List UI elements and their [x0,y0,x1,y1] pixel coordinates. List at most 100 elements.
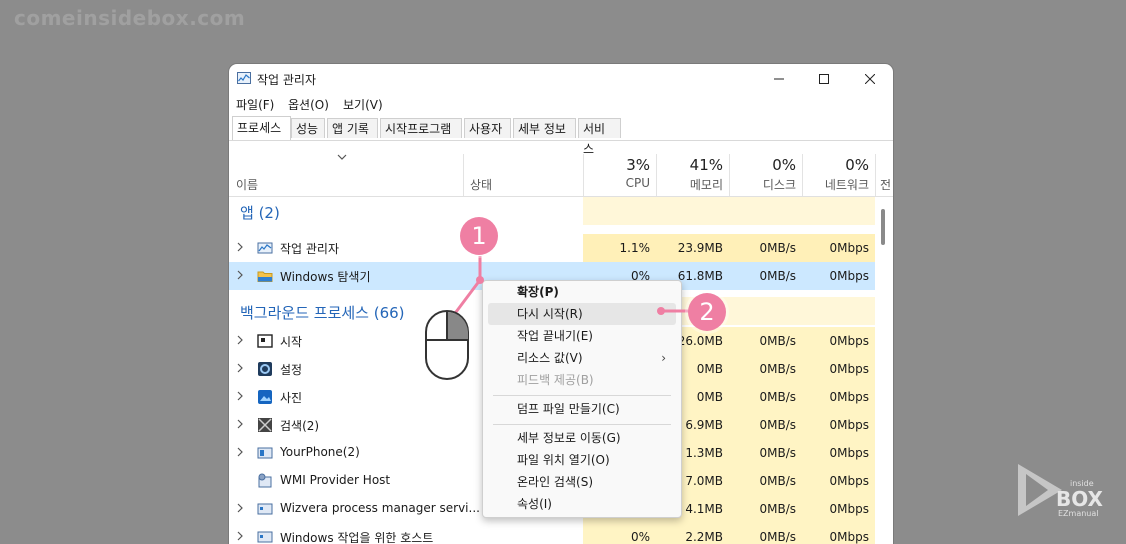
disk-value: 0MB/s [759,241,796,255]
network-value: 0Mbps [829,474,869,488]
menu-separator [493,395,671,396]
network-value: 0Mbps [829,446,869,460]
network-value: 0Mbps [829,362,869,376]
chevron-right-icon[interactable] [236,390,244,402]
disk-value: 0MB/s [759,269,796,283]
chevron-right-icon[interactable] [236,418,244,430]
disk-value: 0MB/s [759,334,796,348]
step-1-badge: 1 [460,217,498,255]
menu-item-restart[interactable]: 다시 시작(R) [488,303,676,325]
group-label-apps: 앱 (2) [240,204,280,222]
start-app-icon [257,334,273,348]
chevron-right-icon[interactable] [236,446,244,458]
table-row-task-manager[interactable]: 작업 관리자 1.1% 23.9MB 0MB/s 0Mbps [229,234,875,262]
menu-item-end-task[interactable]: 작업 끝내기(E) [488,325,676,347]
disk-value: 0MB/s [759,446,796,460]
menu-item-expand[interactable]: 확장(P) [488,281,676,303]
column-network-header[interactable]: 네트워크 [802,176,869,193]
process-name: Wizvera process manager servi... [280,501,480,515]
column-status-header[interactable]: 상태 [470,176,492,193]
folder-icon [257,271,273,282]
tab-performance[interactable]: 성능 [291,118,325,138]
group-label-background: 백그라운드 프로세스 (66) [240,304,405,322]
window-title: 작업 관리자 [257,73,317,87]
column-memory-header[interactable]: 메모리 [656,176,723,193]
maximize-icon [819,74,829,84]
minimize-button[interactable] [768,68,790,90]
disk-value: 0MB/s [759,418,796,432]
menu-item-resource-values[interactable]: 리소스 값(V) › [488,347,676,369]
column-disk-header[interactable]: 디스크 [729,176,796,193]
app-window-icon [257,531,273,543]
svg-text:EZmanual: EZmanual [1058,509,1099,518]
tab-details[interactable]: 세부 정보 [513,118,576,138]
menu-item-feedback: 피드백 제공(B) [517,373,594,387]
column-name-header[interactable]: 이름 [236,176,258,193]
disk-value: 0MB/s [759,390,796,404]
scrollbar-thumb[interactable] [881,209,885,245]
menu-item-search-online[interactable]: 온라인 검색(S) [488,471,676,493]
chevron-right-icon[interactable] [236,241,244,253]
cpu-value: 1.1% [619,241,651,255]
disk-percent: 0% [772,156,796,174]
cpu-percent: 3% [626,156,650,174]
menu-file[interactable]: 파일(F) [236,96,274,113]
column-power-header[interactable]: 전 [880,176,893,193]
search-app-icon [258,418,272,432]
tab-startup[interactable]: 시작프로그램 [380,118,462,138]
disk-value: 0MB/s [759,362,796,376]
vertical-scrollbar[interactable] [875,197,893,544]
chevron-right-icon[interactable] [236,530,244,542]
watermark-text: comeinsidebox.com [14,6,246,30]
tab-processes[interactable]: 프로세스 [232,116,291,140]
menu-options[interactable]: 옵션(O) [288,96,329,113]
table-row-task-host[interactable]: Windows 작업을 위한 호스트 0% 2.2MB 0MB/s 0Mbps [229,523,875,544]
menu-view[interactable]: 보기(V) [343,96,383,113]
network-value: 0Mbps [829,530,869,544]
tab-services[interactable]: 서비스 [578,118,621,156]
sort-chevron-down-icon [337,154,347,160]
column-divider [875,154,876,196]
maximize-button[interactable] [813,68,835,90]
insidebox-logo: inside BOX EZmanual [1018,464,1104,518]
context-menu: 확장(P) 다시 시작(R) 작업 끝내기(E) 리소스 값(V) › 피드백 … [482,280,682,518]
close-button[interactable] [859,68,881,90]
process-name: 사진 [280,391,303,405]
network-value: 0Mbps [829,269,869,283]
menu-item-properties[interactable]: 속성(I) [488,493,676,515]
chevron-right-icon[interactable] [236,502,244,514]
service-host-icon [258,473,272,488]
disk-value: 0MB/s [759,502,796,516]
app-window-icon [257,503,273,515]
tab-users[interactable]: 사용자 [464,118,511,138]
tab-strip: 프로세스 성능 앱 기록 시작프로그램 사용자 세부 정보 서비스 [229,116,893,156]
network-value: 0Mbps [829,418,869,432]
menu-item-label: 리소스 값(V) [517,351,583,365]
minimize-icon [774,78,784,80]
chevron-right-icon: › [661,351,666,365]
process-name: Windows 탐색기 [280,270,371,284]
network-value: 0Mbps [829,334,869,348]
memory-value: 23.9MB [677,241,723,255]
mouse-right-click-icon [425,310,469,380]
column-cpu-header[interactable]: CPU [583,176,650,190]
process-name: WMI Provider Host [280,473,391,487]
network-value: 0Mbps [829,502,869,516]
chevron-right-icon[interactable] [236,334,244,346]
task-manager-app-icon [237,72,251,84]
chevron-right-icon[interactable] [236,362,244,374]
tab-app-history[interactable]: 앱 기록 [327,118,378,138]
network-value: 0Mbps [829,241,869,255]
menu-item-go-to-details[interactable]: 세부 정보로 이동(G) [488,427,676,449]
menu-item-create-dump[interactable]: 덤프 파일 만들기(C) [488,398,676,420]
cpu-value: 0% [630,530,650,544]
photos-icon [258,390,272,404]
memory-percent: 41% [689,156,723,174]
menu-bar: 파일(F) 옵션(O) 보기(V) [229,94,893,114]
network-value: 0Mbps [829,390,869,404]
process-name: YourPhone(2) [280,445,360,459]
group-header-apps: 앱 (2) [229,197,875,225]
task-manager-icon [257,242,273,254]
chevron-right-icon[interactable] [236,269,244,281]
menu-item-open-file-location[interactable]: 파일 위치 열기(O) [488,449,676,471]
